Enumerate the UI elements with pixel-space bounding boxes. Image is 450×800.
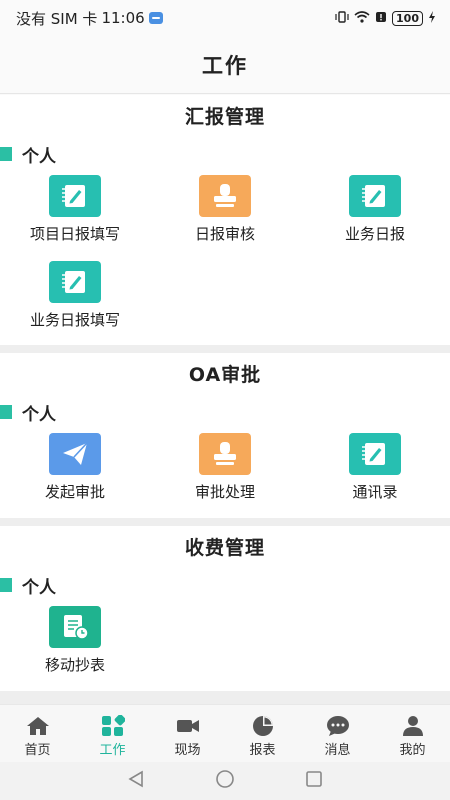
nav-item-site[interactable]: 现场	[150, 705, 225, 762]
nav-item-me[interactable]: 我的	[375, 705, 450, 762]
home-icon	[26, 715, 50, 737]
battery-indicator: 100	[392, 10, 423, 26]
tile-label: 业务日报	[344, 225, 405, 243]
group-marker	[0, 578, 12, 592]
group-label-text: 个人	[22, 146, 56, 167]
notebook-edit-icon	[49, 175, 101, 217]
tile-grid: 发起审批 审批处理 通讯录	[0, 427, 450, 513]
wifi-icon	[354, 10, 370, 26]
video-camera-icon	[176, 715, 200, 737]
section-title: 收费管理	[184, 537, 265, 559]
nav-label: 我的	[399, 743, 426, 758]
tile-grid: 项目日报填写 日报审核 业务日报 业务日报填写	[0, 169, 450, 341]
stamp-icon	[199, 433, 251, 475]
chat-bubble-icon	[326, 715, 350, 737]
nav-label: 消息	[324, 743, 351, 758]
section-billing-management: 收费管理 个人 移动抄表	[0, 526, 450, 691]
tile-label: 审批处理	[194, 483, 255, 501]
pie-chart-icon	[251, 715, 275, 737]
status-bar: 没有 SIM 卡 11:06 100	[0, 0, 450, 36]
vibrate-icon	[335, 10, 349, 26]
tile-label: 日报审核	[194, 225, 255, 243]
page-title: 工作	[202, 53, 248, 78]
nav-label: 报表	[249, 743, 276, 758]
bottom-nav: 首页 工作 现场 报表 消息 我的	[0, 704, 450, 762]
status-left: 没有 SIM 卡 11:06	[16, 8, 163, 29]
nav-item-messages[interactable]: 消息	[300, 705, 375, 762]
back-icon[interactable]	[127, 770, 145, 792]
section-divider	[0, 518, 450, 526]
tile-project-daily-report[interactable]: 项目日报填写	[0, 169, 150, 255]
tile-label: 移动抄表	[44, 656, 105, 674]
section-oa-approval: OA审批 个人 发起审批 审批处理 通讯录	[0, 353, 450, 518]
alert-icon	[375, 11, 387, 26]
section-title: OA审批	[188, 364, 262, 386]
system-nav-bar	[0, 762, 450, 800]
tile-start-approval[interactable]: 发起审批	[0, 427, 150, 513]
tile-contacts[interactable]: 通讯录	[300, 427, 450, 513]
tile-label: 发起审批	[44, 483, 105, 501]
nav-item-work[interactable]: 工作	[75, 705, 150, 762]
nav-label: 工作	[99, 743, 126, 758]
tile-grid: 移动抄表	[0, 600, 450, 686]
tile-label: 通讯录	[352, 483, 398, 501]
tile-business-daily-report[interactable]: 业务日报	[300, 169, 450, 255]
notebook-edit-icon	[349, 175, 401, 217]
tile-daily-report-review[interactable]: 日报审核	[150, 169, 300, 255]
tile-business-daily-report-fill[interactable]: 业务日报填写	[0, 255, 150, 341]
group-marker	[0, 405, 12, 419]
charging-icon	[428, 10, 436, 26]
nav-item-reports[interactable]: 报表	[225, 705, 300, 762]
group-marker	[0, 147, 12, 161]
tile-mobile-meter-reading[interactable]: 移动抄表	[0, 600, 150, 686]
group-label: 个人	[0, 397, 450, 427]
title-bar: 工作	[0, 36, 450, 94]
nav-label: 现场	[174, 743, 201, 758]
section-divider	[0, 345, 450, 353]
stamp-icon	[199, 175, 251, 217]
group-label: 个人	[0, 139, 450, 169]
status-right: 100	[335, 10, 436, 26]
notification-icon	[148, 12, 163, 24]
paper-plane-icon	[49, 433, 101, 475]
tile-approval-processing[interactable]: 审批处理	[150, 427, 300, 513]
group-label: 个人	[0, 570, 450, 600]
notebook-edit-icon	[349, 433, 401, 475]
user-icon	[401, 715, 425, 737]
clock-text: 11:06	[101, 9, 145, 27]
meter-reading-icon	[49, 606, 101, 648]
grid-apps-icon	[101, 715, 125, 737]
section-title: 汇报管理	[184, 106, 265, 128]
notebook-edit-icon	[49, 261, 101, 303]
nav-label: 首页	[24, 743, 51, 758]
nav-item-home[interactable]: 首页	[0, 705, 75, 762]
carrier-text: 没有 SIM 卡	[16, 9, 98, 28]
section-divider	[0, 691, 450, 704]
home-circle-icon[interactable]	[215, 769, 235, 793]
tile-label: 业务日报填写	[29, 311, 120, 329]
recents-icon[interactable]	[305, 770, 323, 792]
tile-label: 项目日报填写	[29, 225, 120, 243]
group-label-text: 个人	[22, 577, 56, 598]
section-report-management: 汇报管理 个人 项目日报填写 日报审核 业务日报 业务日报填写	[0, 95, 450, 345]
group-label-text: 个人	[22, 404, 56, 425]
